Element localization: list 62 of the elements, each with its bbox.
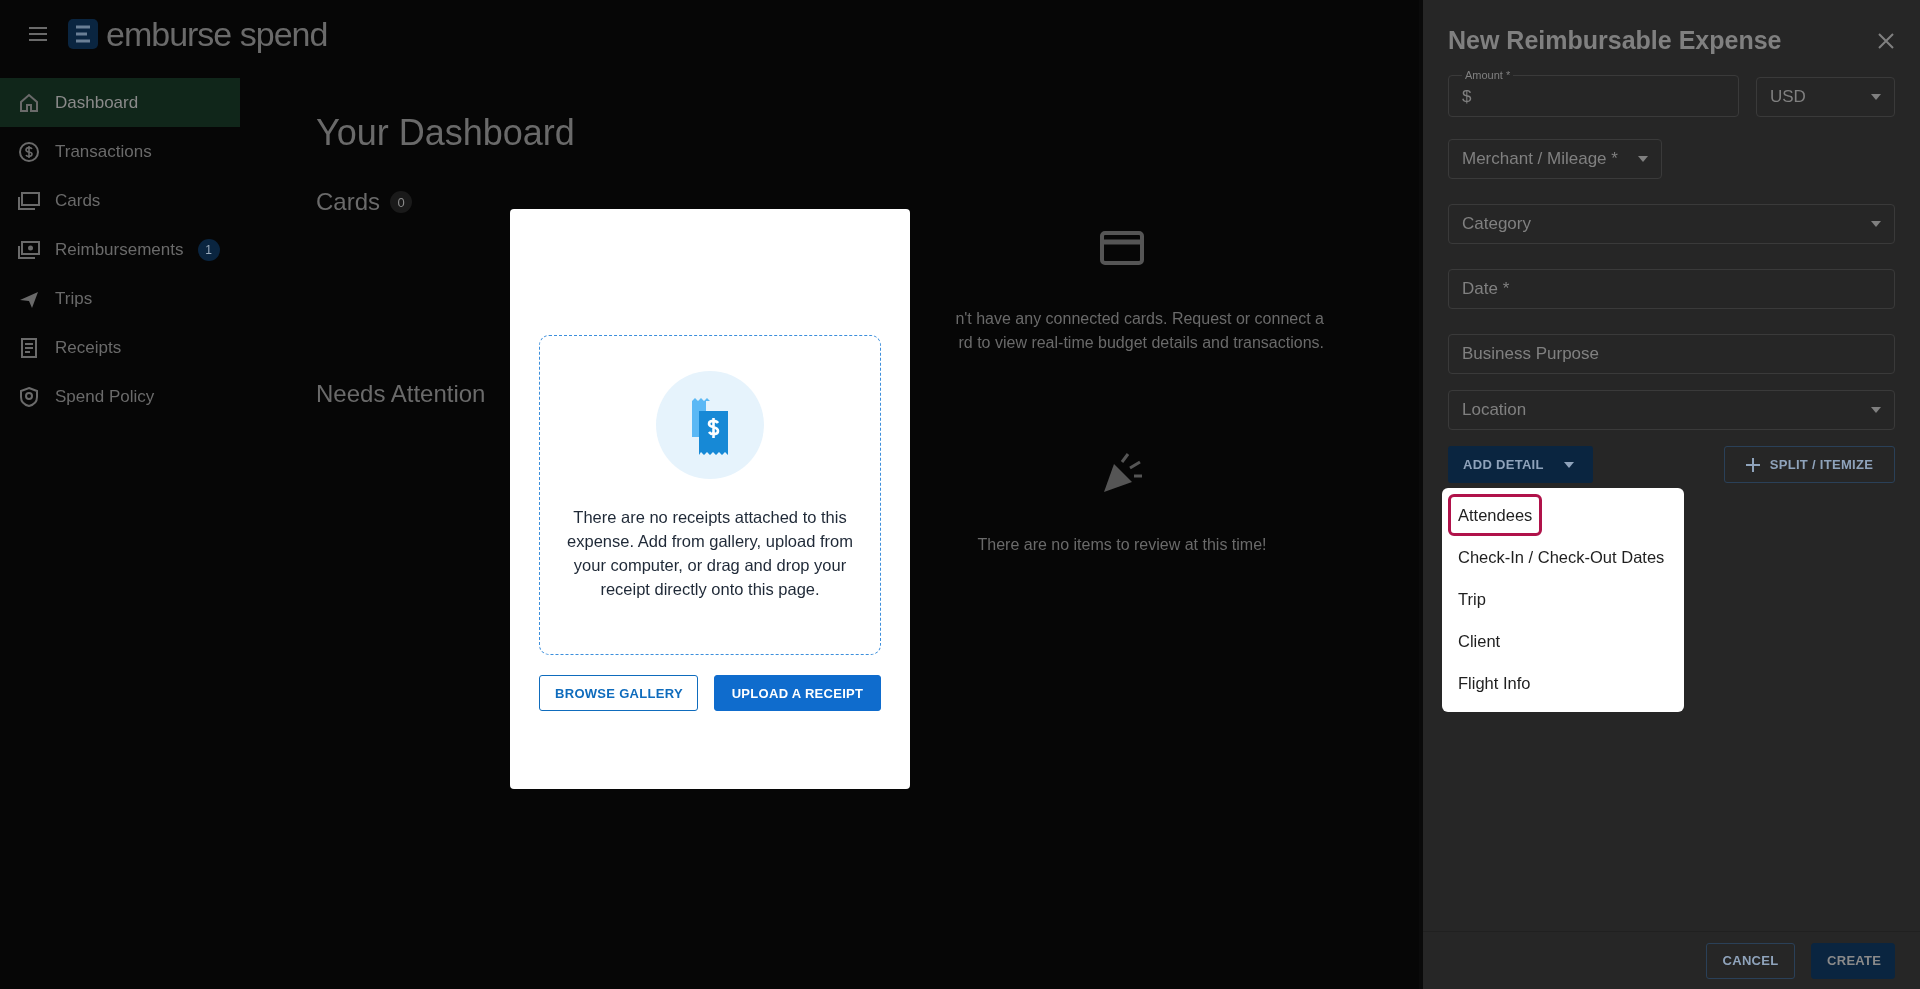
panel-title: New Reimbursable Expense — [1448, 26, 1782, 55]
nav-item[interactable]: Spend Policy — [0, 372, 240, 421]
shield-icon — [17, 384, 41, 409]
menu-item[interactable]: Check-In / Check-Out Dates — [1448, 536, 1675, 578]
nav-item[interactable]: Receipts — [0, 323, 240, 372]
split-button[interactable]: SPLIT / ITEMIZE — [1724, 446, 1895, 483]
input-field[interactable]: Business Purpose — [1448, 334, 1895, 374]
menu-item[interactable]: Flight Info — [1448, 662, 1541, 704]
empty-state-text: rd to view real-time budget details and transactions. — [958, 334, 1324, 352]
dropdown-field[interactable]: Category — [1448, 204, 1895, 244]
field-placeholder: Location — [1462, 400, 1527, 420]
caret-icon — [1871, 407, 1881, 413]
caret-icon — [1637, 156, 1648, 162]
logo-text: emburse spend — [106, 14, 328, 54]
input-field[interactable]: Date * — [1448, 269, 1895, 309]
nav-item[interactable]: Dashboard — [0, 78, 240, 127]
caret-icon — [1871, 94, 1881, 100]
nav-item[interactable]: Cards — [0, 176, 240, 225]
browse-button[interactable]: BROWSE GALLERY — [539, 675, 698, 711]
dropdown-field[interactable]: USD — [1756, 77, 1895, 117]
input-field[interactable]: Amount * $ — [1448, 69, 1739, 117]
add-detail-button[interactable]: ADD DETAIL — [1448, 446, 1593, 483]
nav-label: Dashboard — [55, 92, 139, 113]
menu-item[interactable]: Client — [1448, 620, 1511, 662]
caret-icon — [1563, 461, 1574, 468]
nav-label: Cards — [55, 190, 101, 211]
dialog-message: There are no receipts attached to this expense. Add from gallery, upload from your computer, or drag and drop your receipt directly onto this page. — [566, 507, 854, 600]
nav-label: Trips — [55, 288, 93, 309]
nav-item[interactable]: Transactions — [0, 127, 240, 176]
empty-state-text: n't have any connected cards. Request or connect a — [955, 310, 1324, 328]
nav-label: Transactions — [55, 141, 152, 162]
cancel-button[interactable]: CANCEL — [1706, 942, 1795, 979]
menu-item[interactable]: Attendees — [1448, 494, 1543, 536]
create-button[interactable]: CREATE — [1811, 942, 1895, 979]
empty-state-text: There are no items to review at this time! — [977, 536, 1267, 554]
field-placeholder: Category — [1462, 214, 1531, 234]
drop-zone[interactable]: There are no receipts attached to this expense. Add from gallery, upload from your computer, or drag and drop your receipt directly onto this page. — [539, 335, 881, 655]
field-placeholder: Date * — [1462, 279, 1510, 299]
nav-label: Reimbursements — [55, 239, 184, 260]
section-title: Cards — [316, 188, 381, 216]
field-placeholder: Merchant / Mileage * — [1462, 149, 1618, 169]
menu-item[interactable]: Trip — [1448, 578, 1496, 620]
page-title: Your Dashboard — [316, 112, 576, 154]
nav-label: Receipts — [55, 337, 122, 358]
plus-icon — [1745, 457, 1760, 472]
nav-label: Spend Policy — [55, 386, 155, 407]
dropdown-field[interactable]: Location — [1448, 390, 1895, 430]
count-badge: 0 — [390, 191, 413, 213]
dropdown-field[interactable]: Merchant / Mileage * — [1448, 139, 1662, 179]
dollar-icon — [17, 139, 41, 164]
close-icon — [1877, 31, 1895, 50]
nav-item[interactable]: Trips — [0, 274, 240, 323]
nav-item[interactable]: Reimbursements 1 — [0, 225, 240, 274]
upload-button[interactable]: UPLOAD A RECEIPT — [714, 675, 881, 711]
field-placeholder: Business Purpose — [1462, 344, 1600, 364]
field-value: USD — [1770, 87, 1806, 107]
caret-icon — [1871, 221, 1881, 227]
count-badge: 1 — [197, 238, 220, 261]
currency-prefix: $ — [1462, 86, 1472, 107]
receipt-icon — [656, 371, 764, 479]
logo-icon — [68, 19, 98, 49]
section-title: Needs Attention — [316, 380, 486, 408]
